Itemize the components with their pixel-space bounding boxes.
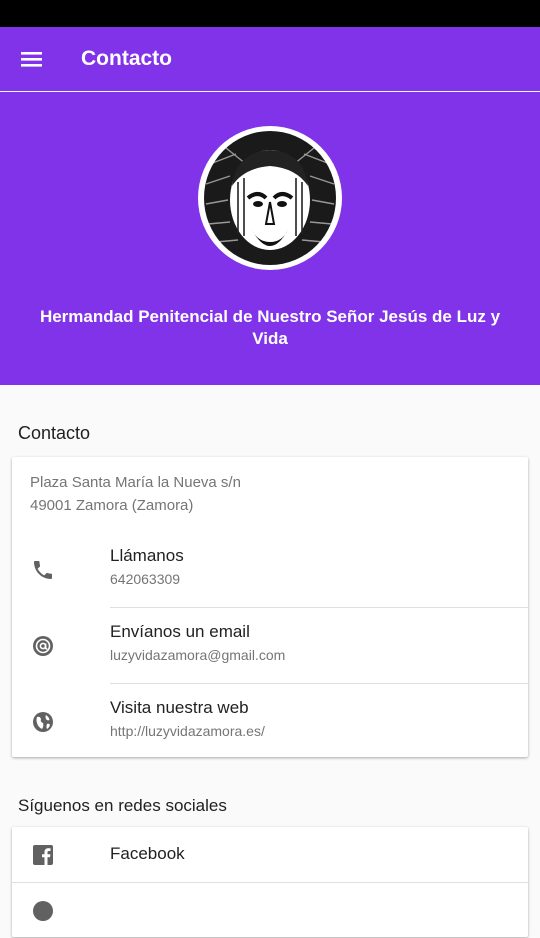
status-bar bbox=[0, 0, 540, 27]
email-row[interactable]: Envíanos un email luzyvidazamora@gmail.c… bbox=[12, 608, 528, 683]
app-title: Contacto bbox=[81, 47, 172, 70]
social-icon bbox=[31, 899, 55, 923]
address: Plaza Santa María la Nueva s/n 49001 Zam… bbox=[30, 471, 241, 517]
contact-section-title: Contacto bbox=[18, 423, 91, 443]
social-row-partial[interactable] bbox=[12, 883, 528, 938]
phone-icon bbox=[31, 558, 55, 582]
jesus-face-logo bbox=[196, 124, 344, 272]
call-title: Llámanos bbox=[110, 546, 184, 565]
hero-header: Hermandad Penitencial de Nuestro Señor J… bbox=[0, 92, 540, 385]
app-bar: Contacto bbox=[0, 27, 540, 91]
social-card: Facebook bbox=[12, 827, 528, 937]
email-title: Envíanos un email bbox=[110, 622, 250, 641]
address-line-2: 49001 Zamora (Zamora) bbox=[30, 497, 194, 514]
facebook-label: Facebook bbox=[110, 844, 185, 863]
at-sign-icon bbox=[31, 634, 55, 658]
contact-card: Plaza Santa María la Nueva s/n 49001 Zam… bbox=[12, 457, 528, 757]
website-title: Visita nuestra web bbox=[110, 698, 249, 717]
organization-name: Hermandad Penitencial de Nuestro Señor J… bbox=[39, 307, 501, 348]
email-address: luzyvidazamora@gmail.com bbox=[110, 647, 286, 663]
facebook-row[interactable]: Facebook bbox=[12, 827, 528, 882]
globe-icon bbox=[31, 710, 55, 734]
phone-number: 642063309 bbox=[110, 571, 181, 587]
call-row[interactable]: Llámanos 642063309 bbox=[12, 532, 528, 607]
address-line-1: Plaza Santa María la Nueva s/n bbox=[30, 474, 241, 491]
social-section-title: Síguenos en redes sociales bbox=[18, 796, 227, 815]
website-url: http://luzyvidazamora.es/ bbox=[110, 723, 265, 739]
facebook-icon bbox=[31, 843, 55, 867]
menu-icon[interactable] bbox=[18, 47, 46, 71]
website-row[interactable]: Visita nuestra web http://luzyvidazamora… bbox=[12, 684, 528, 759]
